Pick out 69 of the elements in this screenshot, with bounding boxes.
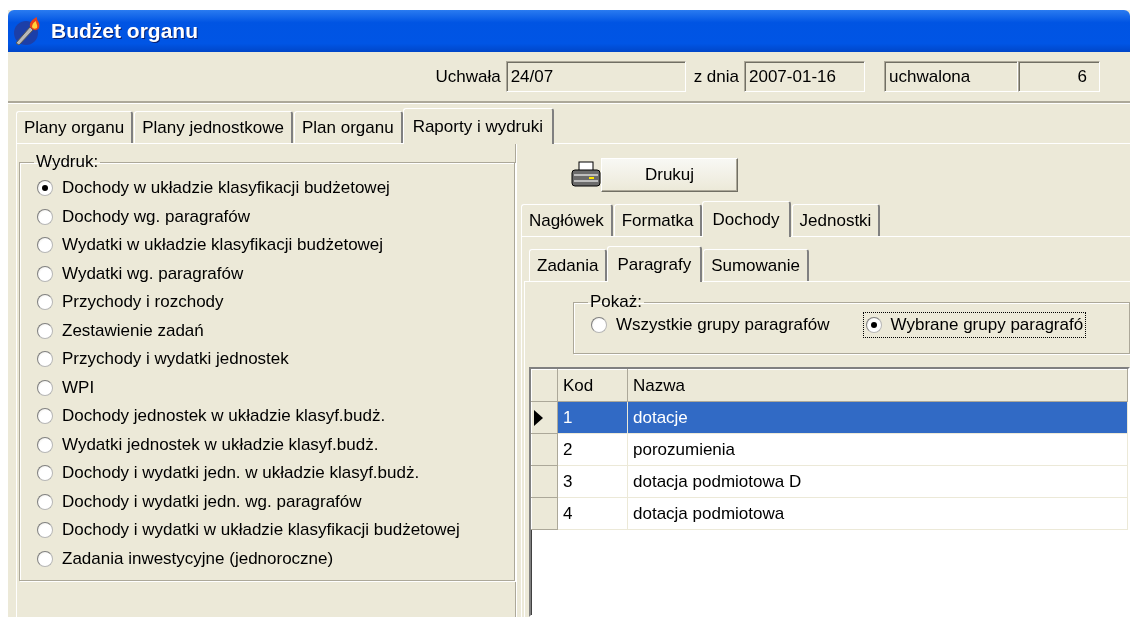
radio-circle[interactable] (37, 294, 53, 311)
date-field[interactable]: 2007-01-16 (744, 61, 865, 92)
radio-option[interactable]: Wszystkie grupy paragrafów (588, 312, 833, 338)
radio-circle[interactable] (37, 522, 53, 539)
radio-circle[interactable] (37, 208, 53, 225)
radio-option[interactable]: Zadania inwestycyjne (jednoroczne) (34, 544, 514, 573)
column-header[interactable]: Kod (557, 369, 628, 402)
radio-circle[interactable] (37, 180, 53, 197)
radio-option[interactable]: Dochody i wydatki jedn. w układzie klasyf.budż. (34, 459, 514, 488)
radio-circle[interactable] (37, 379, 53, 396)
tab[interactable]: Nagłówek (521, 204, 613, 236)
table-cell: dotacja podmiotowa (627, 497, 1128, 530)
radio-option[interactable]: Dochody w układzie klasyfikacji budżetowej (34, 174, 514, 203)
radio-circle[interactable] (37, 550, 53, 567)
printer-icon (571, 161, 601, 189)
radio-option[interactable]: Dochody wg. paragrafów (34, 202, 514, 231)
field-label: z dnia (693, 66, 739, 87)
tab[interactable]: Zadania (529, 249, 608, 281)
radio-option[interactable]: Wydatki jednostek w układzie klasyf.budż. (34, 430, 514, 459)
print-button[interactable]: Drukuj (601, 158, 738, 192)
radio-option[interactable]: WPI (34, 373, 514, 402)
radio-circle[interactable] (37, 465, 53, 482)
column-header[interactable]: Nazwa (627, 369, 1128, 402)
radio-circle[interactable] (37, 493, 53, 510)
table-row[interactable]: 1 dotacje (531, 401, 1128, 434)
table-cell: 4 (557, 497, 628, 530)
table-row[interactable]: 3 dotacja podmiotowa D (531, 465, 1128, 498)
tab[interactable]: Plany organu (16, 111, 134, 143)
group-title: Pokaż: (589, 292, 643, 312)
radio-circle[interactable] (37, 237, 53, 254)
radio-option[interactable]: Wybrane grupy paragrafó (862, 312, 1087, 338)
radio-circle[interactable] (37, 436, 53, 453)
table-row[interactable]: 2 porozumienia (531, 433, 1128, 466)
radio-option[interactable]: Przychody i wydatki jednostek (34, 345, 514, 374)
tab[interactable]: Paragrafy (607, 246, 703, 282)
window-title: Budżet organu (51, 19, 198, 43)
tab[interactable]: Dochody (702, 201, 791, 237)
radio-circle[interactable] (37, 408, 53, 425)
radio-option[interactable]: Wydatki w układzie klasyfikacji budżetowej (34, 231, 514, 260)
radio-option[interactable]: Dochody i wydatki jedn. wg. paragrafów (34, 487, 514, 516)
table-cell: 1 (557, 401, 628, 434)
status-field[interactable]: uchwalona (884, 61, 1018, 92)
number-field[interactable]: 6 (1018, 61, 1100, 92)
radio-option[interactable]: Dochody i wydatki w układzie klasyfikacji budżetowej (34, 516, 514, 545)
tab[interactable]: Jednostki (791, 204, 881, 236)
table-cell: 2 (557, 433, 628, 466)
radio-circle[interactable] (37, 265, 53, 282)
tab[interactable]: Sumowanie (703, 249, 809, 281)
radio-circle[interactable] (865, 317, 882, 333)
tab[interactable]: Raporty i wydruki (402, 108, 554, 144)
field-label: Uchwała (435, 66, 501, 87)
row-pointer-icon (534, 409, 543, 426)
table-cell: dotacja podmiotowa D (627, 465, 1128, 498)
tab[interactable]: Plan organu (293, 111, 403, 143)
table-cell: porozumienia (627, 433, 1128, 466)
table-cell: 3 (557, 465, 628, 498)
table-row[interactable]: 4 dotacja podmiotowa (531, 497, 1128, 530)
radio-circle[interactable] (591, 317, 607, 333)
table-cell: dotacje (627, 401, 1128, 434)
tab[interactable]: Formatka (613, 204, 703, 236)
radio-option[interactable]: Przychody i rozchody (34, 288, 514, 317)
tab[interactable]: Plany jednostkowe (134, 111, 293, 143)
radio-circle[interactable] (37, 322, 53, 339)
group-title: Wydruk: (35, 152, 100, 172)
radio-option[interactable]: Wydatki wg. paragrafów (34, 259, 514, 288)
resolution-field[interactable]: 24/07 (505, 61, 686, 92)
radio-option[interactable]: Dochody jednostek w układzie klasyf.budż. (34, 402, 514, 431)
radio-circle[interactable] (37, 351, 53, 368)
radio-option[interactable]: Zestawienie zadań (34, 316, 514, 345)
